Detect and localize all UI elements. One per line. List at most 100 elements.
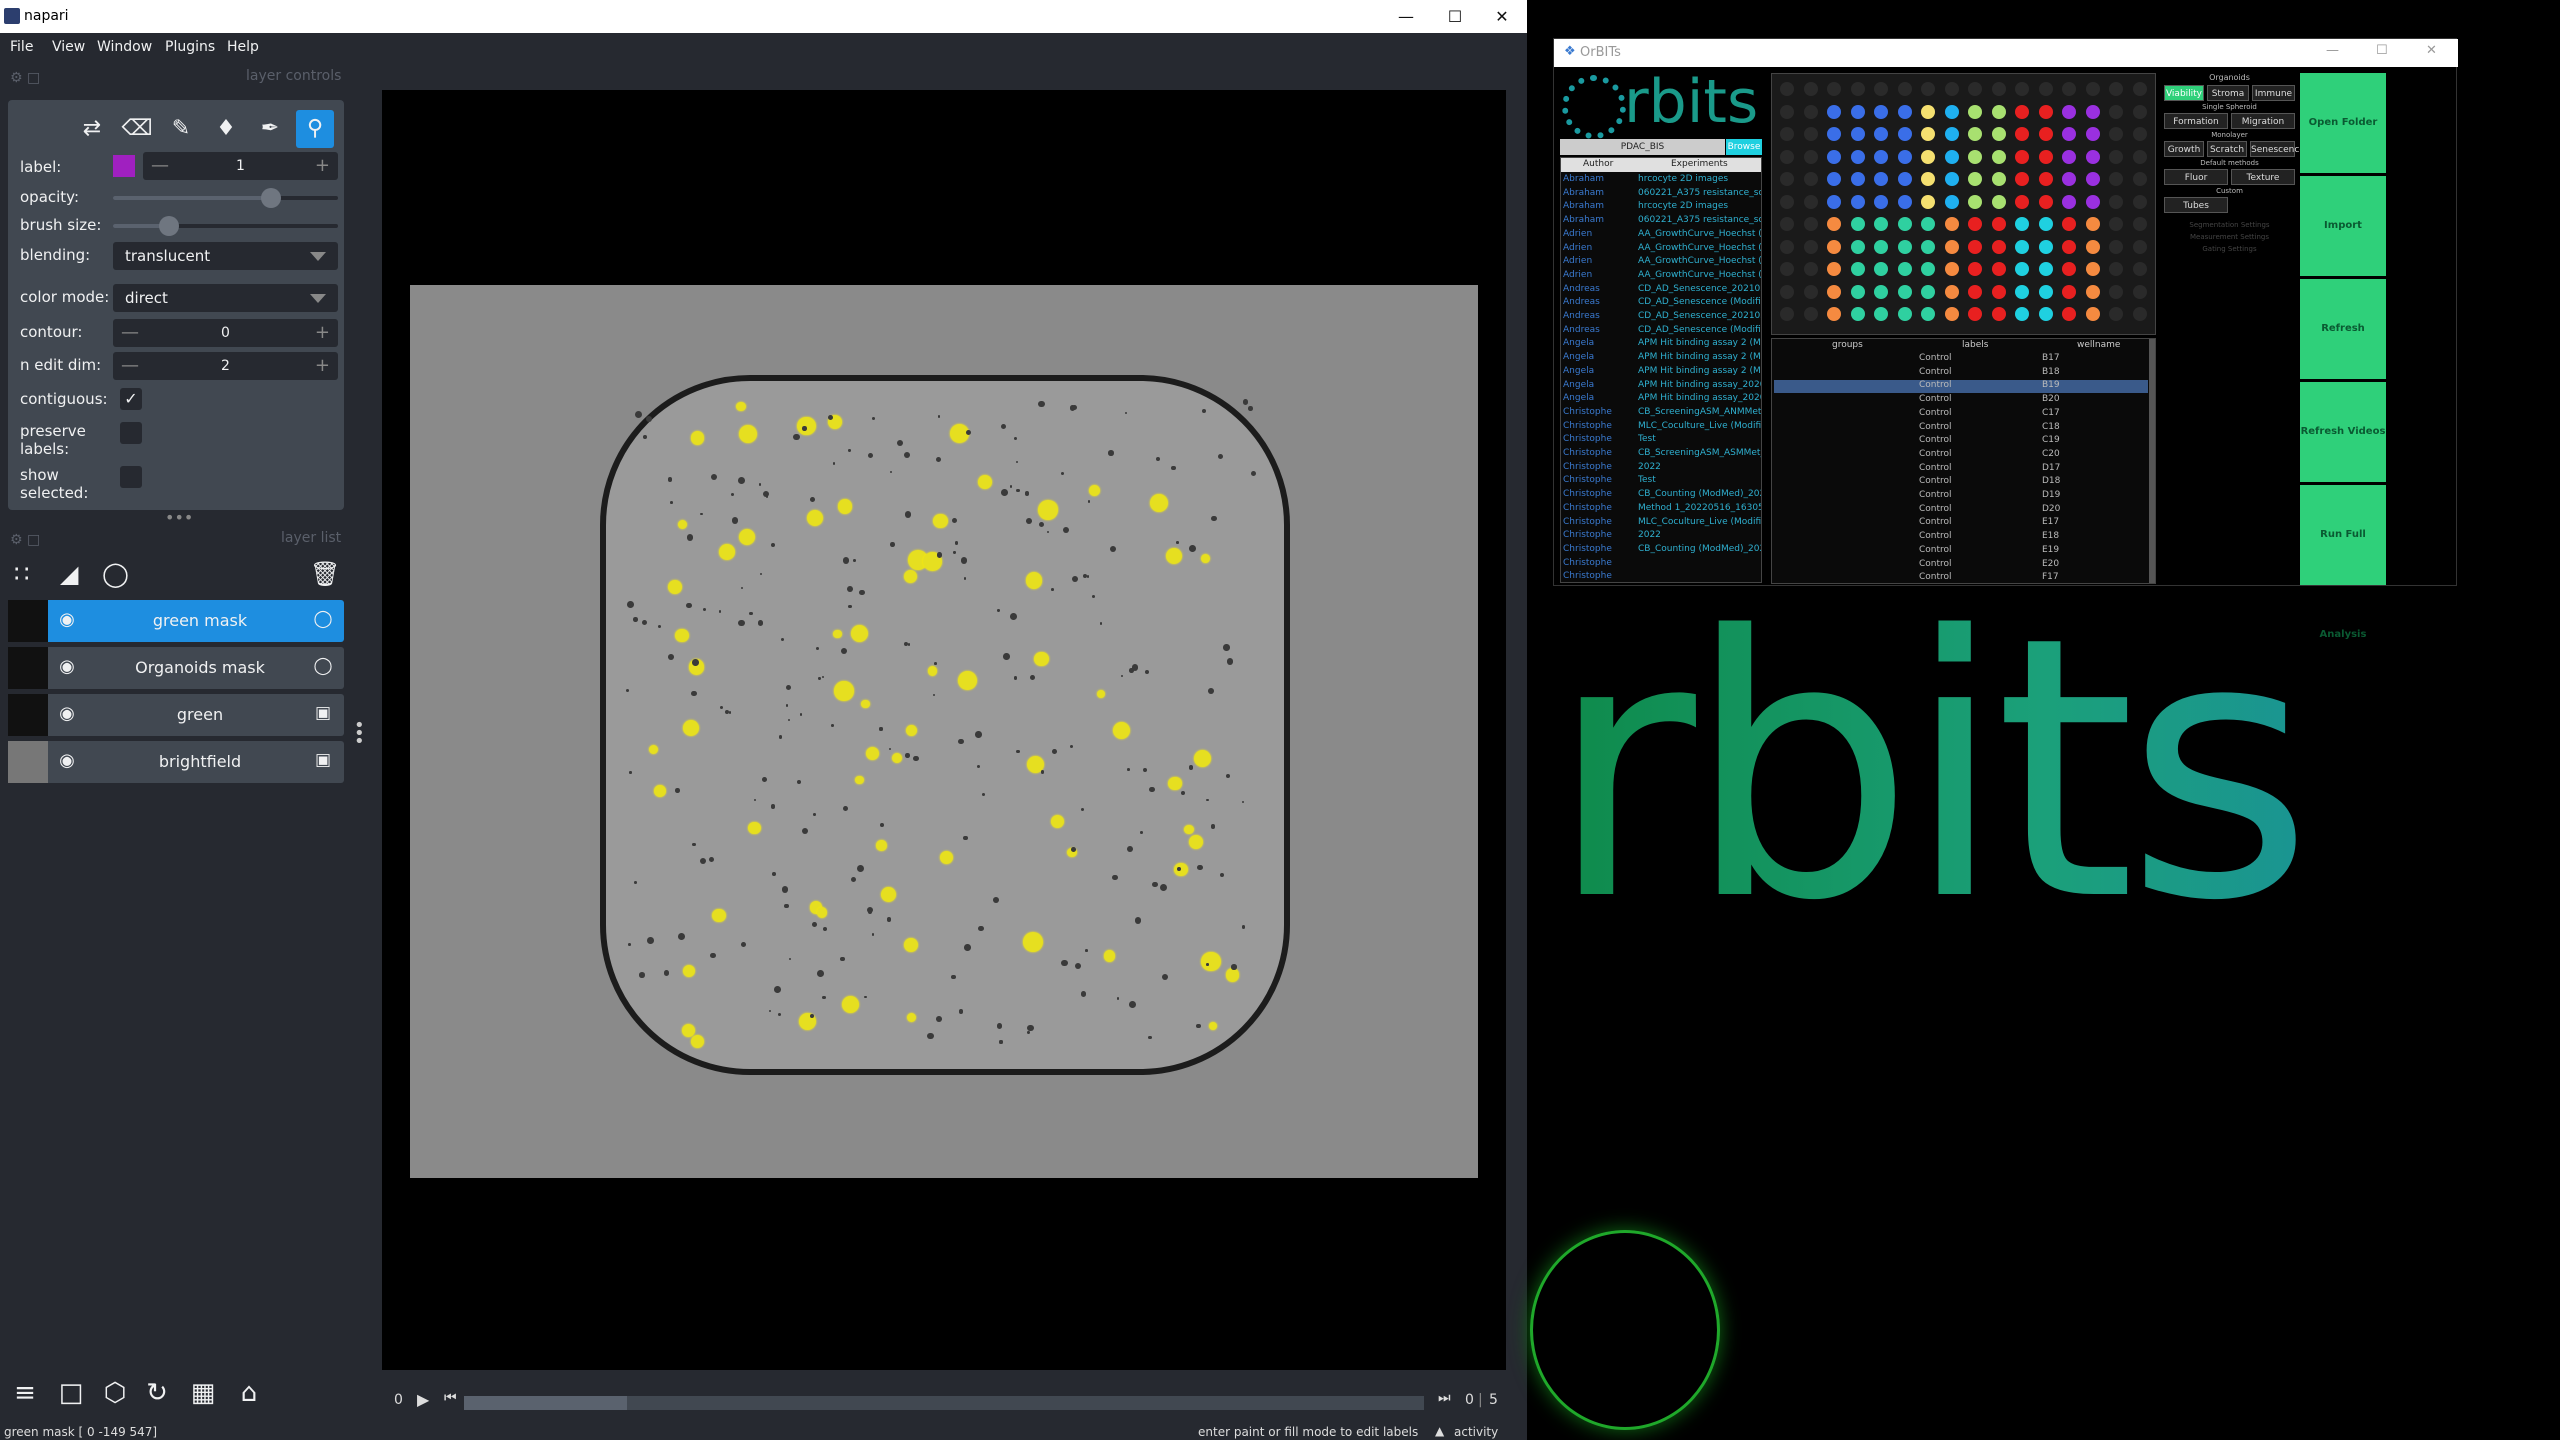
plate-well[interactable] <box>2015 149 2029 164</box>
plate-well[interactable] <box>2085 307 2100 321</box>
refresh-videos-button[interactable]: Refresh Videos <box>2300 382 2386 482</box>
maximize-button[interactable]: ☐ <box>2376 43 2388 58</box>
plate-well[interactable] <box>1991 104 2006 119</box>
plate-well[interactable] <box>2109 149 2123 164</box>
color-picker-icon[interactable]: ✒ <box>251 110 289 148</box>
plate-well[interactable] <box>2015 104 2029 119</box>
plate-well[interactable] <box>1827 104 1841 119</box>
plate-well[interactable] <box>1780 149 1794 164</box>
plate-well[interactable] <box>1827 172 1841 186</box>
plate-well[interactable] <box>1897 284 1912 299</box>
plate-well[interactable] <box>1991 172 2006 186</box>
plate-well[interactable] <box>2038 127 2053 141</box>
plate-well[interactable] <box>1921 172 1935 186</box>
experiment-row[interactable]: Angela APM Hit binding assay 2 (Mo <box>1563 366 1761 379</box>
tab-pdac-bis[interactable]: PDAC_BIS <box>1560 139 1725 155</box>
plate-well[interactable] <box>1897 82 1912 96</box>
well-row[interactable]: Control D19 <box>1774 490 2148 503</box>
plate-well[interactable] <box>1827 149 1841 164</box>
plus-icon[interactable]: + <box>315 355 330 376</box>
dims-slider-track[interactable] <box>464 1396 1424 1410</box>
plate-well[interactable] <box>2062 217 2076 231</box>
plate-well[interactable] <box>1991 82 2006 96</box>
plate-well[interactable] <box>1780 307 1794 321</box>
plate-well[interactable] <box>1991 194 2006 209</box>
experiments-column-header[interactable]: Experiments <box>1671 159 1728 169</box>
plate-well[interactable] <box>1874 194 1888 209</box>
plate-well[interactable] <box>1897 262 1912 276</box>
plate-well[interactable] <box>1921 82 1935 96</box>
console-icon[interactable]: ≡ <box>8 1376 42 1410</box>
wells-table-scrollbar[interactable] <box>2149 339 2155 583</box>
brush-size-slider-handle[interactable] <box>159 216 180 236</box>
plate-well[interactable] <box>2038 149 2053 164</box>
preserve-labels-checkbox[interactable] <box>120 422 142 444</box>
well-row[interactable]: Control D17 <box>1774 463 2148 476</box>
experiment-row[interactable]: Christophe Test <box>1563 475 1656 488</box>
plate-well[interactable] <box>2062 127 2076 141</box>
well-row[interactable]: Control C17 <box>1774 408 2148 421</box>
plate-well[interactable] <box>2015 172 2029 186</box>
plate-well[interactable] <box>1827 217 1841 231</box>
plate-well[interactable] <box>1968 194 1982 209</box>
plate-well[interactable] <box>1968 284 1982 299</box>
plate-well[interactable] <box>1991 149 2006 164</box>
new-points-layer-icon[interactable]: ∷ <box>14 560 29 588</box>
plate-well[interactable] <box>2062 194 2076 209</box>
plate-well[interactable] <box>2015 239 2029 254</box>
plate-well[interactable] <box>1968 172 1982 186</box>
plate-well[interactable] <box>1850 262 1865 276</box>
plate-well[interactable] <box>2109 194 2123 209</box>
migration-button[interactable]: Migration <box>2231 113 2295 129</box>
plate-well[interactable] <box>2015 307 2029 321</box>
eye-icon[interactable]: ◉ <box>56 656 78 678</box>
activity-button[interactable]: activity <box>1454 1425 1498 1439</box>
plate-well[interactable] <box>2038 82 2053 96</box>
plate-well[interactable] <box>2038 194 2053 209</box>
plate-well[interactable] <box>2038 262 2053 276</box>
experiment-row[interactable]: Adrien AA_GrowthCurve_Hoechst (M <box>1563 256 1761 269</box>
new-labels-layer-icon[interactable]: ◯ <box>102 560 129 588</box>
menu-file[interactable]: File <box>10 39 33 55</box>
plate-well[interactable] <box>1874 239 1888 254</box>
brush-size-slider[interactable] <box>113 216 338 236</box>
well-row[interactable]: Control C20 <box>1774 449 2148 462</box>
plate-well[interactable] <box>1921 149 1935 164</box>
plate-well[interactable] <box>2062 104 2076 119</box>
plate-well[interactable] <box>2109 262 2123 276</box>
plate-well[interactable] <box>1780 172 1794 186</box>
experiment-row[interactable]: Abraham hrcocyte 2D images <box>1563 174 1728 187</box>
plate-well[interactable] <box>1827 194 1841 209</box>
plate-well[interactable] <box>2085 172 2100 186</box>
fill-bucket-icon[interactable]: ♦ <box>207 110 245 148</box>
plus-icon[interactable]: + <box>315 155 330 176</box>
plate-well[interactable] <box>1780 284 1794 299</box>
experiment-row[interactable]: Andreas CD_AD_Senescence_2021056 <box>1563 284 1761 297</box>
stroma-button[interactable]: Stroma <box>2207 85 2249 101</box>
plate-well[interactable] <box>1991 127 2006 141</box>
eye-icon[interactable]: ◉ <box>56 609 78 631</box>
plate-well[interactable] <box>1968 82 1982 96</box>
plate-well[interactable] <box>1944 307 1959 321</box>
plate-well[interactable] <box>1874 284 1888 299</box>
experiment-row[interactable]: Abraham 060221_A375 resistance_scale <box>1563 215 1761 228</box>
plate-well[interactable] <box>1827 82 1841 96</box>
viability-button[interactable]: Viability <box>2164 85 2204 101</box>
plate-well[interactable] <box>2015 82 2029 96</box>
plate-well[interactable] <box>1803 194 1818 209</box>
plate-well[interactable] <box>1874 82 1888 96</box>
plate-well[interactable] <box>2109 239 2123 254</box>
plate-well[interactable] <box>2085 262 2100 276</box>
minimize-button[interactable]: — <box>1388 4 1424 30</box>
plate-well[interactable] <box>1803 217 1818 231</box>
plate-well[interactable] <box>2062 307 2076 321</box>
shuffle-icon[interactable]: ⇄ <box>73 110 111 148</box>
plate-well[interactable] <box>2109 127 2123 141</box>
texture-button[interactable]: Texture <box>2231 169 2295 185</box>
ndisplay-icon[interactable]: □ <box>54 1376 88 1410</box>
step-forward-icon[interactable]: ⏭ <box>1438 1390 1451 1406</box>
plate-well[interactable] <box>1850 82 1865 96</box>
plate-well[interactable] <box>2109 217 2123 231</box>
plate-well[interactable] <box>1897 239 1912 254</box>
experiment-row[interactable]: Abraham hrcocyte 2D images <box>1563 201 1728 214</box>
